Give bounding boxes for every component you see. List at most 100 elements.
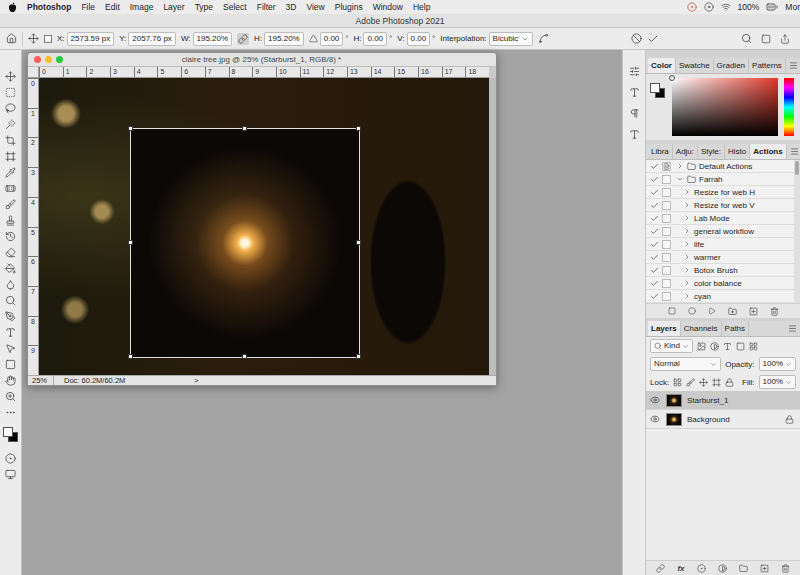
check-icon[interactable] <box>650 201 659 210</box>
dialog-toggle[interactable] <box>662 175 671 184</box>
close-button[interactable] <box>34 56 41 63</box>
new-set-icon[interactable] <box>728 307 737 316</box>
quick-mask-icon[interactable] <box>5 453 16 464</box>
check-icon[interactable] <box>650 227 659 236</box>
action-toggle[interactable] <box>649 240 659 249</box>
dialog-toggle[interactable] <box>662 214 671 223</box>
layer-row[interactable]: Starburst_1 <box>646 391 800 410</box>
dialog-toggle[interactable] <box>662 292 671 301</box>
play-icon[interactable] <box>708 307 716 315</box>
check-icon[interactable] <box>650 214 659 223</box>
interpolation-dropdown[interactable]: Bicubic <box>489 32 534 46</box>
glyphs-icon[interactable] <box>629 129 640 140</box>
tool-button[interactable] <box>2 166 20 178</box>
lock-artboard-icon[interactable] <box>712 378 721 387</box>
chevron-right-icon[interactable] <box>683 266 691 274</box>
dialog-toggle[interactable] <box>662 227 671 236</box>
record-icon[interactable] <box>688 307 696 315</box>
action-toggle[interactable] <box>649 175 659 184</box>
foreground-swatch[interactable] <box>3 427 13 437</box>
panel-tab[interactable]: Paths <box>722 321 749 336</box>
panel-tab[interactable]: Histo <box>725 144 750 159</box>
history-brush-icon[interactable] <box>5 231 16 242</box>
stop-icon[interactable] <box>668 307 676 315</box>
opacity-input[interactable]: 100% <box>759 357 796 371</box>
brush-icon[interactable] <box>5 199 16 210</box>
type-filter-icon[interactable] <box>723 342 732 351</box>
check-icon[interactable] <box>650 188 659 197</box>
action-toggle[interactable] <box>649 253 659 262</box>
action-row[interactable]: cyan <box>646 290 794 303</box>
more-icon[interactable] <box>5 407 16 418</box>
tool-button[interactable] <box>2 342 20 354</box>
healing-icon[interactable] <box>5 183 16 194</box>
lock-transparency-icon[interactable] <box>673 378 682 387</box>
action-row[interactable]: Resize for web V <box>646 199 794 212</box>
menu-item[interactable]: Edit <box>105 2 120 12</box>
value-input[interactable]: 2573.59 px <box>67 32 115 46</box>
workspace-icon[interactable] <box>761 34 771 44</box>
action-toggle[interactable] <box>649 292 659 301</box>
dialog-toggle[interactable] <box>662 279 671 288</box>
app-menu[interactable]: Photoshop <box>27 2 71 12</box>
marquee-icon[interactable] <box>5 87 16 98</box>
action-row[interactable]: Lab Mode <box>646 212 794 225</box>
path-select-icon[interactable] <box>5 343 16 354</box>
check-icon[interactable] <box>650 162 659 171</box>
chevron-right-icon[interactable] <box>683 240 691 248</box>
apple-logo-icon[interactable] <box>8 2 17 13</box>
tool-button[interactable] <box>2 134 20 146</box>
action-row[interactable]: Resize for web H <box>646 186 794 199</box>
menu-item[interactable]: File <box>81 2 95 12</box>
check-icon[interactable] <box>650 253 659 262</box>
chevron-right-icon[interactable] <box>676 162 684 170</box>
mask-icon[interactable] <box>697 564 706 573</box>
panel-menu-icon[interactable] <box>789 61 798 70</box>
check-icon[interactable] <box>650 292 659 301</box>
record-icon[interactable] <box>687 2 697 12</box>
move-icon[interactable] <box>5 71 16 82</box>
color-field[interactable] <box>672 78 778 136</box>
lock-pixels-icon[interactable] <box>686 378 695 387</box>
share-icon[interactable] <box>780 34 790 44</box>
adjustment-filter-icon[interactable] <box>710 342 719 351</box>
canvas-image[interactable] <box>39 78 489 375</box>
dialog-toggle[interactable] <box>662 201 671 210</box>
zoom-icon[interactable] <box>5 391 16 402</box>
menu-item[interactable]: 3D <box>286 2 297 12</box>
tool-button[interactable] <box>2 198 20 210</box>
tool-button[interactable] <box>2 262 20 274</box>
panel-tab[interactable]: Swatche <box>676 58 714 73</box>
dialog-toggle[interactable] <box>662 253 671 262</box>
panel-tab[interactable]: Channels <box>681 321 722 336</box>
menu-item[interactable]: Select <box>223 2 247 12</box>
tool-button[interactable] <box>2 468 20 480</box>
transform-handle[interactable] <box>128 240 133 245</box>
tool-button[interactable] <box>2 86 20 98</box>
transform-handle[interactable] <box>242 354 247 359</box>
transform-handle[interactable] <box>356 126 361 131</box>
panel-tab[interactable]: Adju: <box>673 144 698 159</box>
trash-icon[interactable] <box>781 564 790 573</box>
panel-tab[interactable]: Libra <box>648 144 673 159</box>
smart-filter-icon[interactable] <box>749 342 758 351</box>
shape-filter-icon[interactable] <box>736 342 745 351</box>
filter-kind-select[interactable]: Kind <box>650 339 693 353</box>
tool-button[interactable] <box>2 310 20 322</box>
layer-row[interactable]: Background <box>646 410 800 429</box>
chevron-right-icon[interactable] <box>683 188 691 196</box>
color-swatches[interactable] <box>650 83 666 99</box>
new-action-icon[interactable] <box>749 307 758 316</box>
eyedropper-icon[interactable] <box>5 167 16 178</box>
chevron-right-icon[interactable] <box>683 201 691 209</box>
eye-icon[interactable] <box>650 414 660 424</box>
status-icon[interactable] <box>704 2 714 12</box>
lasso-icon[interactable] <box>5 103 16 114</box>
new-layer-icon[interactable] <box>760 564 769 573</box>
battery-icon[interactable] <box>766 1 778 13</box>
transform-handle[interactable] <box>242 126 247 131</box>
frame-icon[interactable] <box>5 151 16 162</box>
group-icon[interactable] <box>739 564 748 573</box>
action-row[interactable]: Default Actions <box>646 160 794 173</box>
check-icon[interactable] <box>650 266 659 275</box>
